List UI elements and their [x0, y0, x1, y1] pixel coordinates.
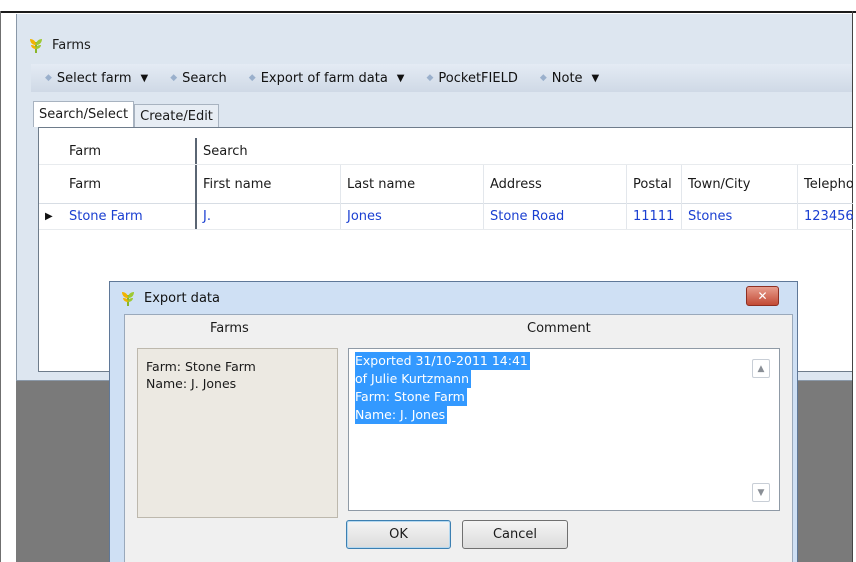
chevron-down-icon: ▼ — [140, 72, 149, 84]
comment-line: of Julie Kurtzmann — [355, 370, 472, 388]
left-border — [0, 11, 1, 562]
note-label: Note — [551, 70, 583, 86]
scroll-up-icon[interactable]: ▲ — [752, 359, 770, 378]
tab-search-select[interactable]: Search/Select — [33, 101, 135, 127]
wheat-icon — [28, 36, 44, 54]
band-search: Search — [203, 143, 248, 159]
main-toolbar: ◆ Select farm ▼ ◆ Search ◆ Export of far… — [31, 64, 852, 92]
column-header-postal[interactable]: Postal — [627, 165, 682, 203]
farms-info-box: Farm: Stone Farm Name: J. Jones — [137, 348, 338, 518]
header-indicator — [39, 165, 63, 203]
bullet-icon: ◆ — [426, 73, 434, 83]
right-border — [852, 11, 853, 562]
column-header-last-name[interactable]: Last name — [341, 165, 484, 203]
grid-header-row: Farm First name Last name Address Postal… — [39, 164, 853, 204]
comment-line: Exported 31/10-2011 14:41 — [355, 352, 530, 370]
cell-telephone[interactable]: 123456 — [798, 203, 853, 229]
column-header-address[interactable]: Address — [484, 165, 627, 203]
band-spacer — [39, 138, 63, 164]
chevron-down-icon: ▼ — [591, 72, 600, 84]
cell-postal[interactable]: 11111 — [627, 203, 682, 229]
cell-first-name[interactable]: J. — [197, 203, 341, 229]
farms-line-farm: Farm: Stone Farm — [146, 359, 256, 374]
search-label: Search — [182, 70, 227, 86]
scroll-down-icon[interactable]: ▼ — [752, 483, 770, 502]
grid-band-row: Farm Search — [39, 138, 853, 164]
top-border — [0, 11, 856, 13]
table-row[interactable]: ▶ Stone Farm J. Jones Stone Road 11111 S… — [39, 203, 853, 230]
dialog-title: Export data — [144, 290, 220, 306]
bullet-icon: ◆ — [45, 73, 52, 83]
comment-line: Name: J. Jones — [355, 406, 448, 424]
close-button[interactable]: ✕ — [746, 286, 779, 306]
row-indicator-icon: ▶ — [45, 210, 53, 222]
tab-create-edit[interactable]: Create/Edit — [134, 104, 219, 127]
tab-strip: Search/Select Create/Edit — [33, 101, 219, 127]
cell-farm[interactable]: Stone Farm — [63, 203, 197, 229]
column-header-telephone[interactable]: Telepho — [798, 165, 853, 203]
export-farm-data-label: Export of farm data — [260, 70, 388, 86]
pocketfield-button[interactable]: ◆ PocketFIELD — [427, 71, 518, 86]
cancel-button[interactable]: Cancel — [462, 520, 568, 549]
window-title: Farms — [52, 37, 91, 53]
wheat-icon — [120, 289, 136, 307]
farms-line-name: Name: J. Jones — [146, 376, 237, 391]
band-farm: Farm — [63, 138, 197, 164]
comment-textarea[interactable]: Exported 31/10-2011 14:41 of Julie Kurtz… — [348, 348, 780, 511]
comment-text: Exported 31/10-2011 14:41 of Julie Kurtz… — [355, 352, 530, 424]
bullet-icon: ◆ — [248, 73, 256, 83]
search-button[interactable]: ◆ Search — [170, 71, 227, 86]
note-menu[interactable]: ◆ Note ▼ — [540, 71, 599, 86]
bullet-icon: ◆ — [539, 73, 547, 83]
farms-header: Farms — [210, 321, 249, 336]
bullet-icon: ◆ — [170, 73, 178, 83]
cell-town-city[interactable]: Stones — [682, 203, 798, 229]
pocketfield-label: PocketFIELD — [438, 70, 518, 86]
comment-line: Farm: Stone Farm — [355, 388, 467, 406]
column-header-farm[interactable]: Farm — [63, 165, 197, 203]
cell-last-name[interactable]: Jones — [341, 203, 484, 229]
chevron-down-icon: ▼ — [396, 72, 405, 84]
ok-button[interactable]: OK — [346, 520, 451, 549]
export-farm-data-menu[interactable]: ◆ Export of farm data ▼ — [249, 71, 405, 86]
comment-header: Comment — [527, 321, 591, 336]
dialog-title-bar: Export data — [120, 284, 796, 312]
cell-address[interactable]: Stone Road — [484, 203, 627, 229]
column-header-town-city[interactable]: Town/City — [682, 165, 798, 203]
window-title-bar: Farms — [28, 33, 91, 57]
column-header-first-name[interactable]: First name — [197, 165, 341, 203]
select-farm-label: Select farm — [56, 70, 132, 86]
close-icon: ✕ — [757, 289, 768, 303]
select-farm-menu[interactable]: ◆ Select farm ▼ — [45, 71, 148, 86]
